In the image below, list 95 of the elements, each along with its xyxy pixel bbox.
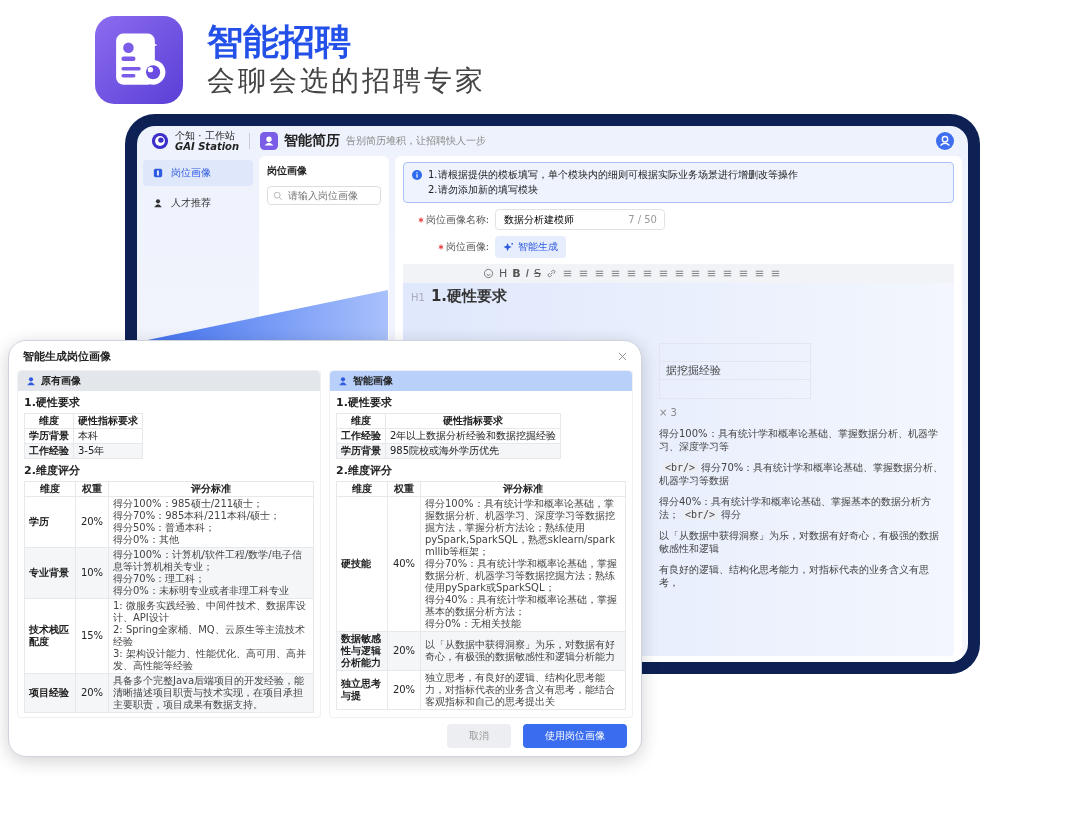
sidebar-item[interactable]: 岗位画像 [143,160,253,186]
emoji-icon[interactable] [483,268,494,279]
modal-title: 智能生成岗位画像 [23,349,111,364]
format-button[interactable]: H [499,267,508,280]
panel-title: 智能画像 [353,374,393,388]
criteria-text: 得分50%：普通本科； [113,522,217,534]
criteria-text: 得分100%：计算机/软件工程/数学/电子信息等计算机相关专业； [113,549,303,573]
criteria-text: 得分0%：其他 [113,534,180,546]
table-cell: 40% [387,496,421,632]
format-button[interactable]: B [512,267,521,280]
product-name: 智能简历 [284,132,341,150]
table-cell: 数据敏感性与逻辑分析能力 [336,631,388,671]
table-cell: 15% [75,598,109,674]
close-icon[interactable] [618,352,627,361]
table-cell: 20% [387,670,421,710]
id-card-icon [153,168,163,178]
notice-text: 2.请勿添加新的填写模块 [428,182,539,197]
table-header-cell: 评分标准 [108,481,314,497]
editor-text-line: 得分100%：具有统计学和概率论基础、掌握数据分析、机器学习、深度学习等 [659,426,939,454]
table-cell: 2年以上数据分析经验和数据挖掘经验 [385,428,561,444]
person-icon [153,198,163,208]
format-button[interactable]: S [533,267,541,280]
table-cell: 学历背景 [24,428,74,444]
editor-text-line: 得分40%：具有统计学和概率论基础、掌握基本的数据分析方法； <br/> 得分 [659,494,933,522]
search-field[interactable]: 请输入岗位画像 [267,186,381,205]
format-button[interactable]: I [525,267,529,280]
resume-logo-icon [260,132,279,150]
table-cell: 10% [75,547,109,599]
person-icon [338,376,348,386]
table-header-cell: 权重 [387,481,421,497]
section-heading: 1.硬性要求 [336,395,393,410]
org-subtitle: GAI Station [175,141,240,152]
criteria-text: 得分70%：985本科/211本科/硕士； [113,510,282,522]
sparkle-icon [503,241,514,253]
table-header-cell: 硬性指标要求 [385,413,561,429]
link-icon[interactable] [545,268,557,279]
user-avatar-icon[interactable] [936,132,954,150]
criteria-text: 以「从数据中获得洞察」为乐，对数据有好奇心，有极强的数据敏感性和逻辑分析能力 [425,639,616,663]
table-cell: 专业背景 [24,547,76,599]
table-size-label: × 3 [659,406,678,420]
section-heading: 2.维度评分 [24,463,81,478]
character-count: 7 / 50 [628,214,657,225]
product-slogan: 告别简历堆积，让招聘快人一步 [346,134,487,148]
field-label: 岗位画像名称: [425,212,489,227]
criteria-text: 得分100%：具有统计学和概率论基础，掌握数据分析、机器学习、深度学习等数据挖掘方法，掌握分析方法论；熟练使用pySpark,SparkSQL，熟悉sklearn/spark mllib等框架； [425,498,616,558]
criteria-text: 具备多个完整Java后端项目的开发经验，能清晰描述项目职责与技术实现，在项目承担主要职责，项目成果有数据支持。 [113,675,306,711]
criteria-text: 得分0%：未标明专业或者非理工科专业 [113,585,290,597]
criteria-text: 1: 微服务实践经验、中间件技术、数据库设计、API设计 [113,600,307,624]
table-header-cell: 维度 [24,481,76,497]
table-header-cell: 维度 [336,413,386,429]
brand-title: 智能招聘 [207,21,352,63]
sidebar-item[interactable]: 人才推荐 [143,190,253,216]
person-icon [26,376,36,386]
station-logo-icon [151,132,169,150]
table-cell: 项目经验 [24,673,76,713]
table-cell: 硬技能 [336,496,388,632]
criteria-text: 得分70%：理工科； [113,573,207,585]
editor-text-line: 以「从数据中获得洞察」为乐，对数据有好奇心，有极强的数据敏感性和逻辑 [659,528,940,556]
app-logo-icon [95,16,183,104]
org-name: 个知 · 工作站 [175,130,236,141]
criteria-text: 2: Spring全家桶、MQ、云原生等主流技术经验 [113,624,306,648]
block-marker: H1 [411,292,425,303]
editor-heading: 1.硬性要求 [430,287,508,306]
editor-text-line: <br/> 得分70%：具有统计学和概率论基础、掌握数据分析、机器学习等数据 [659,460,945,488]
table-cell: 20% [75,496,109,548]
list-icon[interactable] [561,268,573,279]
table-header-cell: 硬性指标要求 [73,413,143,429]
table-header-cell: 评分标准 [420,481,626,497]
table-cell: 独立思考与提 [336,670,388,710]
table-cell: 技术栈匹配度 [24,598,76,674]
section-heading: 2.维度评分 [336,463,393,478]
dialog-button[interactable]: 使用岗位画像 [523,724,627,748]
generate-button[interactable]: 智能生成 [495,236,566,258]
criteria-text: 3: 架构设计能力、性能优化、高可用、高并发、高性能等经验 [113,648,307,672]
table-cell: 本科 [73,428,143,444]
table-cell: 工作经验 [336,428,386,444]
search-icon [273,191,283,201]
panel-title: 岗位画像 [267,164,308,178]
table-cell: 据挖掘经验 [660,362,810,380]
editor-text-line: 有良好的逻辑、结构化思考能力，对指标代表的业务含义有思考， [659,562,930,590]
brand-subtitle: 会聊会选的招聘专家 [207,62,486,99]
table-header-cell: 权重 [75,481,109,497]
criteria-text: 得分0%：无相关技能 [425,618,522,630]
criteria-text: 独立思考，有良好的逻辑、结构化思考能力，对指标代表的业务含义有思考，能结合客观指标和自己的思考提出关 [425,672,616,708]
info-icon [412,170,422,180]
field-label: 岗位画像: [445,240,489,254]
panel-title: 原有画像 [41,374,81,388]
criteria-text: 得分70%：具有统计学和概率论基础，掌握数据分析、机器学习等数据挖掘方法；熟练使用pySpark或SparkSQL； [425,558,619,594]
table-header-cell: 维度 [24,413,74,429]
criteria-text: 得分40%：具有统计学和概率论基础，掌握基本的数据分析方法； [425,594,619,618]
table-header-cell: 维度 [336,481,388,497]
notice-text: 1.请根据提供的模板填写，单个模块内的细则可根据实际业务场景进行增删改等操作 [428,168,798,182]
table-cell: 学历 [24,496,76,548]
section-heading: 1.硬性要求 [24,395,81,410]
criteria-text: 得分100%：985硕士/211硕士； [113,498,265,510]
